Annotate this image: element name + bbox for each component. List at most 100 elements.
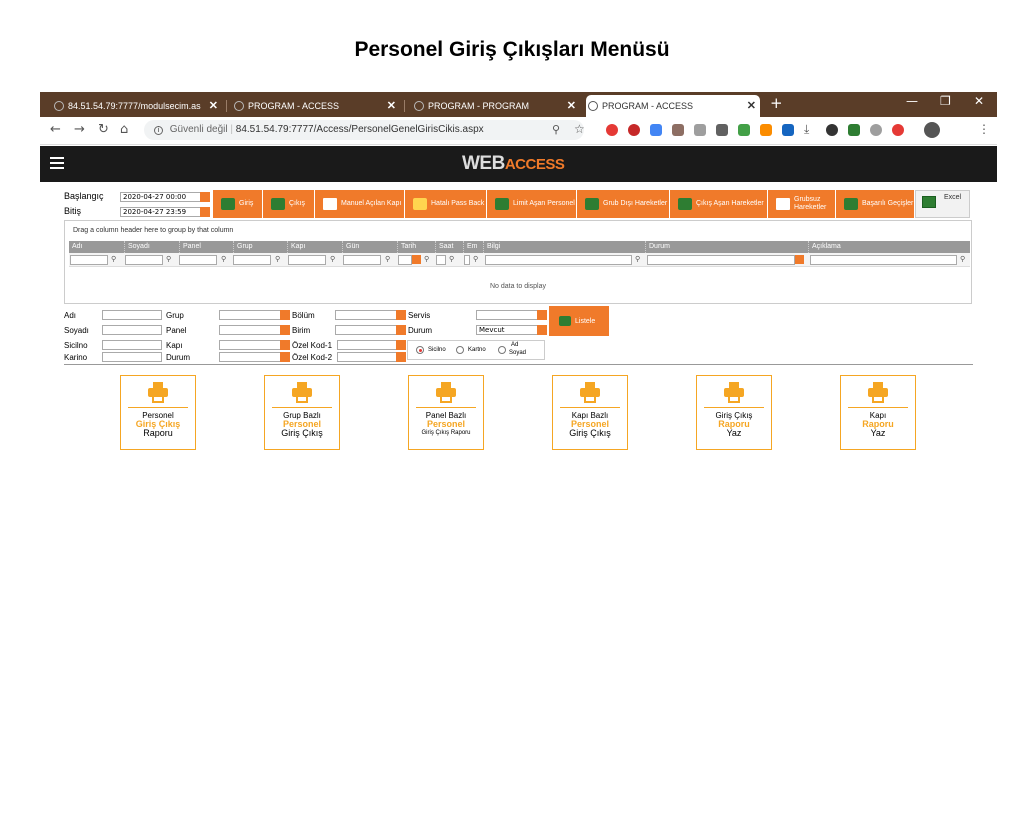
cikis-button[interactable]: Çıkış — [263, 190, 315, 218]
url-field[interactable]: i Güvenli değil | 84.51.54.79:7777/Acces… — [144, 120, 584, 140]
filter-input[interactable] — [288, 255, 326, 265]
basarili-gecisler-button[interactable]: Başarılı Geçişler — [836, 190, 915, 218]
filter-input[interactable] — [436, 255, 446, 265]
column-header[interactable]: Bilgi — [483, 241, 645, 253]
rss-icon[interactable] — [760, 124, 772, 136]
extension-icon[interactable] — [848, 124, 860, 136]
end-date-field[interactable]: 2020-04-27 23:59 — [120, 207, 210, 217]
birim-select[interactable] — [335, 325, 406, 335]
giris-button[interactable]: Giriş — [213, 190, 263, 218]
column-header[interactable]: Adı — [69, 241, 124, 253]
filter-icon[interactable]: ⚲ — [449, 255, 454, 263]
close-icon[interactable]: ✕ — [567, 95, 576, 117]
grub-disi-hareketler-button[interactable]: Grub Dışı Hareketler — [577, 190, 670, 218]
filter-icon[interactable]: ⚲ — [960, 255, 965, 263]
filter-icon[interactable]: ⚲ — [111, 255, 116, 263]
filter-input[interactable] — [70, 255, 108, 265]
manuel-acilan-kapi-button[interactable]: Manuel Açılan Kapı — [315, 190, 405, 218]
excel-button[interactable]: Excel — [915, 190, 970, 218]
hamburger-menu-icon[interactable] — [50, 157, 64, 170]
back-icon[interactable]: ← — [50, 122, 61, 137]
filter-input[interactable] — [810, 255, 957, 265]
chart-icon[interactable] — [782, 124, 794, 136]
dropdown-icon[interactable] — [280, 340, 290, 350]
minimize-icon[interactable]: — — [906, 94, 918, 108]
dropdown-icon[interactable] — [280, 325, 290, 335]
filter-input[interactable] — [125, 255, 163, 265]
new-tab-button[interactable]: + — [770, 94, 783, 112]
listele-button[interactable]: Listele — [549, 306, 609, 336]
dropdown-icon[interactable] — [537, 310, 547, 320]
dropdown-icon[interactable] — [537, 325, 547, 335]
ozel-kod-2-select[interactable] — [337, 352, 406, 362]
column-header[interactable]: Em — [463, 241, 483, 253]
sicilno-input[interactable] — [102, 340, 162, 350]
home-icon[interactable]: ⌂ — [120, 122, 128, 137]
extension-icon[interactable] — [606, 124, 618, 136]
dropdown-icon[interactable] — [396, 310, 406, 320]
browser-tab-1[interactable]: 84.51.54.79:7777/modulsecim.as ✕ — [52, 95, 222, 117]
column-header[interactable]: Saat — [435, 241, 463, 253]
browser-tab-4[interactable]: PROGRAM - ACCESS ✕ — [586, 95, 760, 117]
close-icon[interactable]: ✕ — [747, 95, 756, 117]
extension-icon[interactable] — [892, 124, 904, 136]
radio-adsoyad[interactable] — [498, 346, 506, 354]
grup-select[interactable] — [219, 310, 290, 320]
column-header[interactable]: Tarih — [397, 241, 435, 253]
ozel-kod-1-select[interactable] — [337, 340, 406, 350]
filter-input[interactable] — [179, 255, 217, 265]
extension-icon[interactable] — [826, 124, 838, 136]
close-icon[interactable]: ✕ — [387, 95, 396, 117]
dropdown-icon[interactable] — [396, 325, 406, 335]
reload-icon[interactable]: ↻ — [98, 122, 109, 137]
filter-icon[interactable]: ⚲ — [330, 255, 335, 263]
browser-tab-2[interactable]: PROGRAM - ACCESS ✕ — [232, 95, 400, 117]
dropdown-icon[interactable] — [200, 192, 210, 202]
soyadi-input[interactable] — [102, 325, 162, 335]
filter-input[interactable] — [233, 255, 271, 265]
cikis-asan-hareketler-button[interactable]: Çıkış Aşan Hareketler — [670, 190, 768, 218]
filter-icon[interactable]: ⚲ — [385, 255, 390, 263]
restore-icon[interactable]: ❐ — [940, 94, 951, 108]
karino-input[interactable] — [102, 352, 162, 362]
column-header[interactable]: Gün — [342, 241, 397, 253]
dropdown-icon[interactable] — [795, 255, 804, 264]
dropdown-icon[interactable] — [280, 310, 290, 320]
bookmark-star-icon[interactable]: ☆ — [574, 122, 585, 136]
adblock-icon[interactable] — [628, 124, 640, 136]
close-window-icon[interactable]: ✕ — [974, 94, 984, 108]
close-icon[interactable]: ✕ — [209, 95, 218, 117]
filter-icon[interactable]: ⚲ — [166, 255, 171, 263]
zoom-icon[interactable]: ⚲ — [552, 123, 560, 136]
report-tile-panel-bazli[interactable]: Panel Bazlı Personel Giriş Çıkış Raporu — [408, 375, 484, 450]
report-tile-grup-bazli[interactable]: Grup Bazlı Personel Giriş Çıkış — [264, 375, 340, 450]
filter-input[interactable] — [398, 255, 412, 265]
durum-select[interactable] — [219, 352, 290, 362]
menu-icon[interactable]: ⋮ — [978, 122, 990, 136]
info-icon[interactable]: i — [154, 126, 163, 135]
report-tile-kapi-raporu[interactable]: Kapı Raporu Yaz — [840, 375, 916, 450]
grubsuz-hareketler-button[interactable]: Grubsuz Hareketler — [768, 190, 836, 218]
extension-icon[interactable] — [738, 124, 750, 136]
report-tile-personel-giris-cikis[interactable]: Personel Giriş Çıkış Raporu — [120, 375, 196, 450]
filter-input[interactable] — [485, 255, 632, 265]
column-header[interactable]: Grup — [233, 241, 287, 253]
column-header[interactable]: Durum — [645, 241, 808, 253]
column-header[interactable]: Panel — [179, 241, 233, 253]
column-header[interactable]: Kapı — [287, 241, 342, 253]
forward-icon[interactable]: → — [74, 122, 85, 137]
radio-kartno[interactable] — [456, 346, 464, 354]
dropdown-icon[interactable] — [412, 255, 421, 264]
column-header[interactable]: Açıklama — [808, 241, 970, 253]
extension-icon[interactable] — [672, 124, 684, 136]
start-date-field[interactable]: 2020-04-27 00:00 — [120, 192, 210, 202]
radio-sicilno[interactable] — [416, 346, 424, 354]
filter-icon[interactable]: ⚲ — [424, 255, 429, 263]
download-icon[interactable]: ⤓ — [804, 122, 809, 137]
dropdown-icon[interactable] — [280, 352, 290, 362]
dropdown-icon[interactable] — [396, 340, 406, 350]
durum2-select[interactable]: Mevcut — [476, 325, 547, 335]
report-tile-kapi-bazli[interactable]: Kapı Bazlı Personel Giriş Çıkış — [552, 375, 628, 450]
column-header[interactable]: Soyadı — [124, 241, 179, 253]
translate-icon[interactable] — [650, 124, 662, 136]
